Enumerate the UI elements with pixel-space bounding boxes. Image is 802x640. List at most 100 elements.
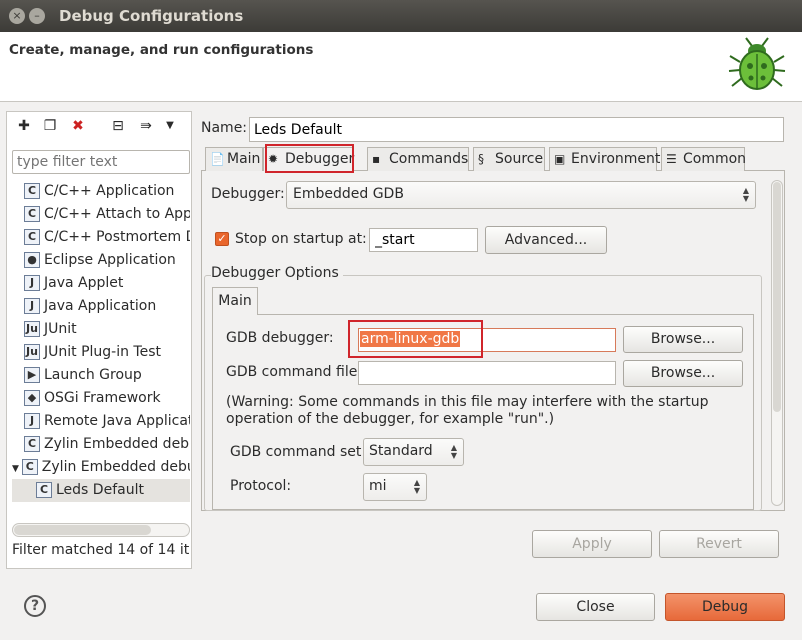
tab-main[interactable]: 📄 Main xyxy=(205,147,263,171)
tree-item[interactable]: J Java Applet xyxy=(12,272,190,295)
gdb-command-set-value: Standard xyxy=(369,443,433,459)
tab-label: Main xyxy=(227,151,261,167)
window-close-button[interactable]: × xyxy=(9,8,25,24)
tree-item-label: Leds Default xyxy=(56,482,144,498)
tab-icon: ▪ xyxy=(372,152,381,166)
delete-icon[interactable]: ✖ xyxy=(68,116,88,136)
configuration-tree: CC/C++ ApplicationCC/C++ Attach to Appli… xyxy=(12,180,190,502)
title-bar: × – Debug Configurations xyxy=(0,0,802,32)
tab-label: Commands xyxy=(389,151,469,167)
subtab-main[interactable]: Main xyxy=(212,287,258,315)
tree-item[interactable]: ▶ Launch Group xyxy=(12,364,190,387)
stop-on-startup-label: Stop on startup at: xyxy=(235,231,367,247)
warning-text: (Warning: Some commands in this file may… xyxy=(226,394,709,427)
gdb-command-set-select[interactable]: Standard ▲ ▼ xyxy=(363,438,464,466)
tree-item-label: Java Application xyxy=(44,298,157,314)
filter-status: Filter matched 14 of 14 items xyxy=(12,542,190,558)
tree-item[interactable]: Ju JUnit Plug-in Test xyxy=(12,341,190,364)
tree-item[interactable]: JRemote Java Application xyxy=(12,410,190,433)
tree-item-label: Zylin Embedded debug (Cygwin) xyxy=(44,436,190,452)
tab-label: Source xyxy=(495,151,544,167)
protocol-value: mi xyxy=(369,478,387,494)
tab-commands[interactable]: ▪ Commands xyxy=(367,147,469,171)
select-arrows-icon: ▲ ▼ xyxy=(413,478,420,495)
debugger-tab-highlight-box xyxy=(265,144,354,173)
tree-item[interactable]: CZylin Embedded debug (Cygwin) xyxy=(12,433,190,456)
window-minimize-button[interactable]: – xyxy=(29,8,45,24)
tree-item-label: JUnit Plug-in Test xyxy=(44,344,162,360)
tree-item[interactable]: CC/C++ Attach to Application xyxy=(12,203,190,226)
tree-item-label: JUnit xyxy=(44,321,77,337)
stop-on-startup-field[interactable] xyxy=(369,228,478,252)
launch-type-icon: C xyxy=(24,206,40,222)
close-button[interactable]: Close xyxy=(536,593,655,621)
view-menu-chevron-down-icon[interactable]: ▼ xyxy=(160,116,180,136)
new-config-icon[interactable]: ✚ xyxy=(14,116,34,136)
filter-icon[interactable]: ⇛ xyxy=(136,116,156,136)
select-arrows-icon: ▲ ▼ xyxy=(450,443,457,460)
tab-common[interactable]: ☰ Common xyxy=(661,147,747,171)
gdb-command-file-field[interactable] xyxy=(358,361,616,385)
tree-item[interactable]: C Leds Default xyxy=(12,479,190,502)
help-icon[interactable]: ? xyxy=(24,595,46,617)
tree-item[interactable]: ● Eclipse Application xyxy=(12,249,190,272)
launch-type-icon: Ju xyxy=(24,321,40,337)
tree-item-label: Zylin Embedded debug (Native) xyxy=(41,459,190,475)
launch-type-icon: J xyxy=(24,298,40,314)
launch-type-icon: ◆ xyxy=(24,390,40,406)
tree-item-label: OSGi Framework xyxy=(44,390,161,406)
name-field[interactable] xyxy=(249,117,784,142)
debugger-select[interactable]: Embedded GDB ▲ ▼ xyxy=(286,181,756,209)
dialog-header: Create, manage, and run configurations xyxy=(0,32,802,102)
tree-item-label: Java Applet xyxy=(44,275,124,291)
name-label: Name: xyxy=(201,120,248,136)
tree-item[interactable]: Ju JUnit xyxy=(12,318,190,341)
tree-item[interactable]: ◆ OSGi Framework xyxy=(12,387,190,410)
stop-on-startup-checkbox[interactable]: ✓ xyxy=(215,232,229,246)
tree-item-label: Eclipse Application xyxy=(44,252,176,268)
tree-item-label: Remote Java Application xyxy=(44,413,190,429)
gdb-debugger-highlight-box xyxy=(348,320,483,358)
tab-source[interactable]: § Source xyxy=(473,147,545,171)
duplicate-icon[interactable]: ❐ xyxy=(40,116,60,136)
tree-item[interactable]: ▼ CZylin Embedded debug (Native) xyxy=(12,456,190,479)
tree-item-label: C/C++ Postmortem Debugger xyxy=(44,229,190,245)
tab-icon: ☰ xyxy=(666,152,677,166)
launch-type-icon: ▶ xyxy=(24,367,40,383)
tree-item[interactable]: J Java Application xyxy=(12,295,190,318)
protocol-select[interactable]: mi ▲ ▼ xyxy=(363,473,427,501)
select-arrows-icon: ▲ ▼ xyxy=(742,186,749,203)
gdb-command-file-label: GDB command file: xyxy=(226,364,363,380)
tree-item[interactable]: CC/C++ Postmortem Debugger xyxy=(12,226,190,249)
launch-type-icon: Ju xyxy=(24,344,40,360)
collapse-all-icon[interactable]: ⊟ xyxy=(108,116,128,136)
content-scroll-thumb[interactable] xyxy=(773,182,781,412)
tab-icon: 📄 xyxy=(210,152,225,166)
debugger-select-value: Embedded GDB xyxy=(293,186,404,202)
launch-type-icon: J xyxy=(24,413,40,429)
debug-button[interactable]: Debug xyxy=(665,593,785,621)
advanced-button[interactable]: Advanced... xyxy=(485,226,607,254)
tree-item-label: Launch Group xyxy=(44,367,142,383)
browse-gdb-button[interactable]: Browse... xyxy=(623,326,743,353)
tab-label: Common xyxy=(683,151,747,167)
launch-type-icon: C xyxy=(21,459,38,475)
tree-item[interactable]: C C/C++ Application xyxy=(12,180,190,203)
tab-environment[interactable]: ▣ Environment xyxy=(549,147,660,171)
filter-input[interactable] xyxy=(12,150,190,174)
launch-type-icon: ● xyxy=(24,252,40,268)
launch-type-icon: C xyxy=(36,482,52,498)
launch-type-icon: J xyxy=(24,275,40,291)
launch-type-icon: C xyxy=(24,229,40,245)
gdb-command-set-label: GDB command set: xyxy=(230,444,367,460)
tree-item-label: C/C++ Application xyxy=(44,183,175,199)
revert-button[interactable]: Revert xyxy=(659,530,779,558)
tree-item-label: C/C++ Attach to Application xyxy=(44,206,190,222)
expand-chevron-down-icon[interactable]: ▼ xyxy=(12,464,22,474)
debugger-label: Debugger: xyxy=(211,186,285,202)
tree-scroll-thumb[interactable] xyxy=(14,525,151,535)
browse-command-file-button[interactable]: Browse... xyxy=(623,360,743,387)
tab-icon: ▣ xyxy=(554,152,566,166)
apply-button[interactable]: Apply xyxy=(532,530,652,558)
window-title: Debug Configurations xyxy=(59,7,244,25)
